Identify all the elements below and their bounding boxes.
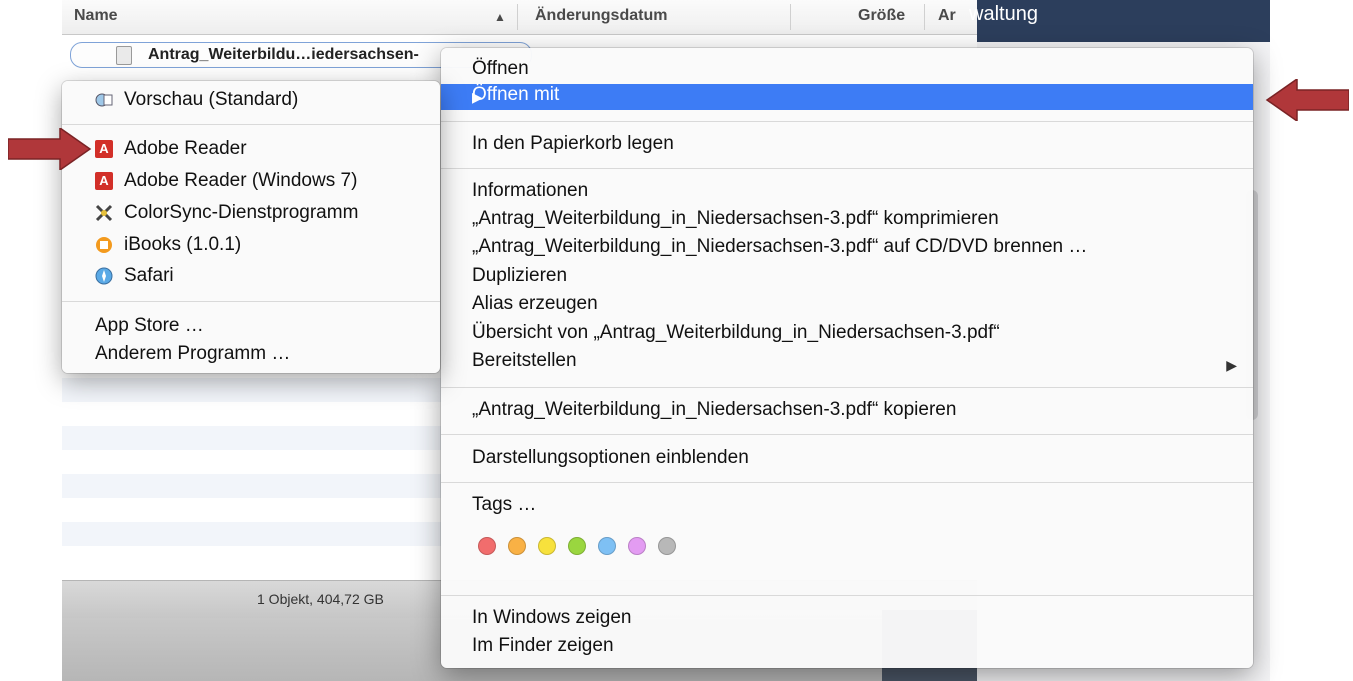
file-name: Antrag_Weiterbildu…iedersachsen-	[148, 46, 419, 63]
menu-item-duplicate[interactable]: Duplizieren	[472, 265, 567, 287]
menu-item-quick-look[interactable]: Übersicht von „Antrag_Weiterbildung_in_N…	[472, 322, 1000, 344]
status-text: 1 Objekt, 404,72 GB	[257, 591, 384, 607]
menu-item-share[interactable]: Bereitstellen	[472, 350, 577, 372]
menu-item-show-in-finder[interactable]: Im Finder zeigen	[472, 635, 614, 657]
tag-color-dot[interactable]	[658, 537, 676, 555]
menu-item-open[interactable]: Öffnen	[472, 58, 529, 80]
menu-separator	[441, 434, 1253, 435]
background-window-titlebar: waltung	[969, 0, 1270, 42]
safari-icon	[95, 267, 113, 285]
tag-color-dot[interactable]	[478, 537, 496, 555]
ibooks-icon	[96, 237, 112, 253]
column-modified-date[interactable]: Änderungsdatum	[535, 7, 667, 25]
menu-item-open-with[interactable]: Öffnen mit ▶	[441, 84, 1253, 110]
menu-item-compress[interactable]: „Antrag_Weiterbildung_in_Niedersachsen-3…	[472, 208, 999, 230]
app-preview[interactable]: Vorschau (Standard)	[124, 89, 298, 111]
adobe-reader-icon: A	[95, 172, 113, 190]
column-kind[interactable]: Ar	[938, 7, 956, 25]
column-size[interactable]: Größe	[858, 7, 905, 25]
tag-color-dot[interactable]	[508, 537, 526, 555]
menu-separator	[62, 301, 440, 302]
preview-app-icon	[95, 93, 113, 107]
tag-color-dot[interactable]	[598, 537, 616, 555]
menu-item-show-view-options[interactable]: Darstellungsoptionen einblenden	[472, 447, 749, 469]
tag-color-dot[interactable]	[628, 537, 646, 555]
app-colorsync[interactable]: ColorSync-Dienstprogramm	[124, 202, 358, 224]
background-window-title: waltung	[969, 3, 1038, 25]
tag-color-dot[interactable]	[538, 537, 556, 555]
menu-separator	[441, 168, 1253, 169]
menu-item-move-to-trash[interactable]: In den Papierkorb legen	[472, 133, 674, 155]
share-submenu-arrow-icon: ▶	[1226, 357, 1237, 373]
adobe-reader-icon: A	[95, 140, 113, 158]
menu-item-tags[interactable]: Tags …	[472, 494, 536, 516]
menu-separator	[441, 482, 1253, 483]
menu-item-burn[interactable]: „Antrag_Weiterbildung_in_Niedersachsen-3…	[472, 236, 1087, 258]
menu-item-app-store[interactable]: App Store …	[95, 315, 204, 337]
menu-separator	[62, 124, 440, 125]
app-adobe-reader-windows7[interactable]: Adobe Reader (Windows 7)	[124, 170, 357, 192]
column-name[interactable]: Name	[74, 7, 118, 25]
colorsync-icon	[95, 204, 113, 222]
menu-separator	[441, 387, 1253, 388]
menu-separator	[441, 121, 1253, 122]
menu-item-show-in-windows[interactable]: In Windows zeigen	[472, 607, 631, 629]
context-menu: Öffnen Öffnen mit ▶ In den Papierkorb le…	[441, 48, 1253, 668]
app-ibooks[interactable]: iBooks (1.0.1)	[124, 234, 241, 256]
annotation-arrow-right-icon	[8, 128, 92, 170]
open-with-submenu: Vorschau (Standard) A Adobe Reader A Ado…	[62, 81, 440, 373]
column-header: Name ▲ Änderungsdatum Größe Ar	[62, 0, 977, 35]
app-adobe-reader[interactable]: Adobe Reader	[124, 138, 247, 160]
menu-separator	[441, 595, 1253, 596]
menu-item-make-alias[interactable]: Alias erzeugen	[472, 293, 598, 315]
menu-item-copy[interactable]: „Antrag_Weiterbildung_in_Niedersachsen-3…	[472, 399, 956, 421]
submenu-arrow-icon: ▶	[472, 89, 483, 105]
menu-item-get-info[interactable]: Informationen	[472, 180, 588, 202]
app-safari[interactable]: Safari	[124, 265, 174, 287]
pdf-file-icon	[116, 46, 132, 65]
menu-item-other-application[interactable]: Anderem Programm …	[95, 343, 290, 365]
tag-color-dot[interactable]	[568, 537, 586, 555]
annotation-arrow-left-icon	[1265, 79, 1349, 121]
sort-ascending-icon: ▲	[494, 10, 506, 24]
